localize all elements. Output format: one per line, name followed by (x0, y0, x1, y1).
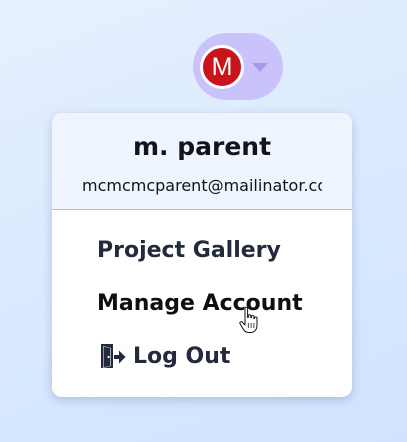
log-out-label: Log Out (133, 343, 231, 369)
manage-account-label: Manage Account (97, 290, 303, 316)
project-gallery-label: Project Gallery (97, 237, 281, 263)
user-email: mcmcmcparent@mailinator.com (82, 176, 322, 195)
user-name: m. parent (132, 132, 272, 161)
account-dropdown-header: m. parent mcmcmcparent@mailinator.com (52, 113, 352, 210)
chevron-down-icon[interactable] (252, 63, 268, 72)
account-menu-button[interactable]: M (193, 33, 283, 100)
account-dropdown: m. parent mcmcmcparent@mailinator.com Pr… (52, 113, 352, 397)
log-out-menu-item[interactable]: Log Out (97, 336, 230, 376)
logout-icon (101, 344, 126, 368)
project-gallery-menu-item[interactable]: Project Gallery (97, 230, 281, 270)
manage-account-menu-item[interactable]: Manage Account (97, 283, 303, 323)
avatar[interactable]: M (200, 45, 244, 89)
